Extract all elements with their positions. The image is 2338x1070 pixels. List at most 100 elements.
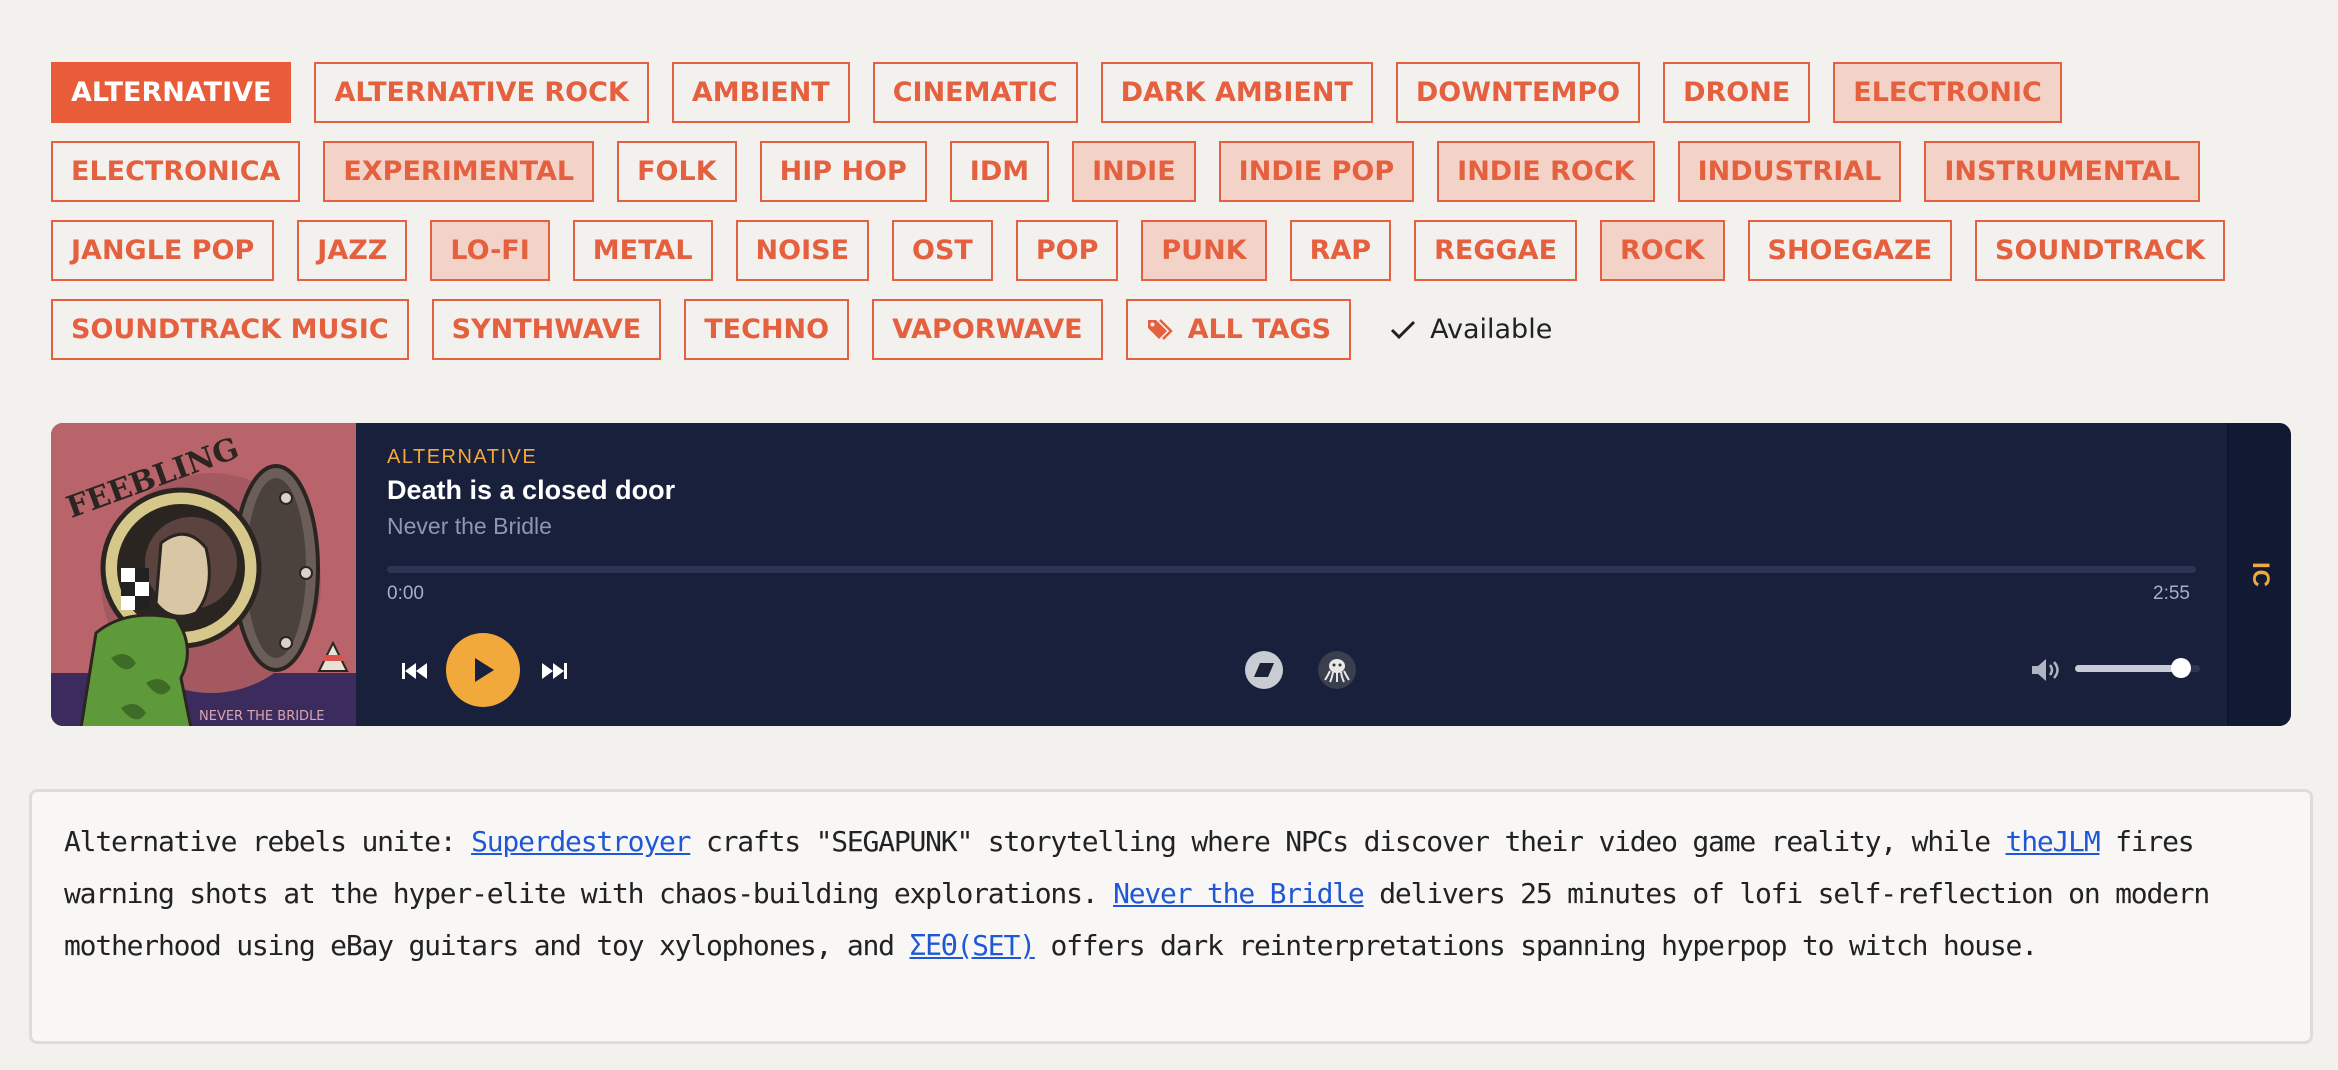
tag-techno[interactable]: TECHNO [684, 299, 850, 360]
tag-lo-fi[interactable]: LO-FI [430, 220, 550, 281]
tag-alternative-rock[interactable]: ALTERNATIVE ROCK [314, 62, 649, 123]
album-cover: FEEBLING NEVER THE BRIDLE [51, 423, 356, 726]
tag-label: DRONE [1683, 77, 1791, 108]
tag-label: EXPERIMENTAL [343, 156, 575, 187]
tag-label: VAPORWAVE [892, 314, 1083, 345]
tag-label: OST [912, 235, 973, 266]
tag-pop[interactable]: POP [1015, 220, 1119, 281]
volume-button[interactable] [2027, 651, 2065, 689]
skip-forward-button[interactable] [536, 653, 572, 689]
tag-label: CINEMATIC [892, 77, 1058, 108]
tag-downtempo[interactable]: DOWNTEMPO [1395, 62, 1641, 123]
volume-fill [2075, 665, 2182, 672]
tag-electronic[interactable]: ELECTRONIC [1833, 62, 2062, 123]
tag-folk[interactable]: FOLK [617, 141, 737, 202]
tag-rap[interactable]: RAP [1289, 220, 1392, 281]
tag-label: SOUNDTRACK [1995, 235, 2206, 266]
tag-label: METAL [592, 235, 693, 266]
tag-label: RAP [1309, 235, 1372, 266]
tag-cinematic[interactable]: CINEMATIC [872, 62, 1078, 123]
tag-punk[interactable]: PUNK [1141, 220, 1267, 281]
skip-forward-icon [542, 663, 567, 679]
tag-drone[interactable]: DRONE [1663, 62, 1811, 123]
tag-dark-ambient[interactable]: DARK AMBIENT [1100, 62, 1373, 123]
tag-idm[interactable]: IDM [949, 141, 1050, 202]
tag-hip-hop[interactable]: HIP HOP [759, 141, 927, 202]
tag-indie-rock[interactable]: INDIE ROCK [1437, 141, 1655, 202]
octopus-icon [1324, 659, 1350, 683]
time-current: 0:00 [387, 583, 424, 604]
tag-label: ALTERNATIVE [71, 77, 272, 108]
description-box: Alternative rebels unite: Superdestroyer… [29, 789, 2313, 1044]
bandcamp-icon [1254, 663, 1274, 677]
tag-rock[interactable]: ROCK [1600, 220, 1725, 281]
tag-label: INDUSTRIAL [1697, 156, 1882, 187]
tag-indie[interactable]: INDIE [1072, 141, 1196, 202]
link-thejlm[interactable]: theJLM [2006, 825, 2101, 858]
tag-label: AMBIENT [691, 77, 830, 108]
tag-noise[interactable]: NOISE [735, 220, 870, 281]
tag-shoegaze[interactable]: SHOEGAZE [1747, 220, 1953, 281]
tag-label: JANGLE POP [71, 235, 255, 266]
description-segment: crafts "SEGAPUNK" storytelling where NPC… [690, 825, 2006, 858]
tag-indie-pop[interactable]: INDIE POP [1218, 141, 1415, 202]
tag-label: ELECTRONICA [71, 156, 281, 187]
tag-ambient[interactable]: AMBIENT [671, 62, 850, 123]
tag-alternative[interactable]: ALTERNATIVE [51, 62, 292, 123]
check-icon [1391, 320, 1416, 339]
tag-ost[interactable]: OST [892, 220, 993, 281]
available-label: Available [1430, 314, 1553, 345]
tag-label: PUNK [1161, 235, 1247, 266]
tag-label: TECHNO [704, 314, 830, 345]
link-never-the-bridle[interactable]: Never the Bridle [1113, 877, 1365, 910]
side-panel-label: IC [2246, 561, 2274, 588]
tag-reggae[interactable]: REGGAE [1414, 220, 1578, 281]
progress-bar[interactable] [387, 566, 2196, 573]
tag-label: JAZZ [317, 235, 388, 266]
tag-label: NOISE [755, 235, 850, 266]
link-set[interactable]: ΣΕΘ(SET) [910, 929, 1036, 962]
tag-instrumental[interactable]: INSTRUMENTAL [1924, 141, 2200, 202]
skip-back-icon [402, 663, 427, 679]
tag-soundtrack[interactable]: SOUNDTRACK [1975, 220, 2226, 281]
all-tags-button[interactable]: ALL TAGS [1125, 299, 1352, 360]
tag-soundtrack-music[interactable]: SOUNDTRACK MUSIC [51, 299, 409, 360]
tag-label: POP [1035, 235, 1099, 266]
tag-label: SHOEGAZE [1767, 235, 1933, 266]
tag-label: DOWNTEMPO [1415, 77, 1621, 108]
tag-industrial[interactable]: INDUSTRIAL [1677, 141, 1902, 202]
available-filter[interactable]: Available [1390, 299, 1552, 360]
tag-label: ALTERNATIVE ROCK [334, 77, 629, 108]
play-icon [475, 658, 494, 682]
tag-jazz[interactable]: JAZZ [297, 220, 408, 281]
tag-label: ROCK [1620, 235, 1705, 266]
volume-knob[interactable] [2171, 658, 2192, 678]
track-artist: Never the Bridle [387, 513, 552, 539]
tag-label: HIP HOP [779, 156, 907, 187]
description-segment: Alternative rebels unite: [64, 825, 472, 858]
skip-back-button[interactable] [397, 653, 433, 689]
tag-label: LO-FI [450, 235, 530, 266]
description-text: Alternative rebels unite: Superdestroyer… [64, 816, 2278, 972]
tag-jangle-pop[interactable]: JANGLE POP [51, 220, 275, 281]
play-button[interactable] [446, 633, 520, 707]
audio-player: FEEBLING NEVER THE BRIDLE ALTERNATIVE De… [51, 423, 2291, 726]
genre-tag-list: ALTERNATIVE ALTERNATIVE ROCK AMBIENT CINEMA… [51, 62, 2311, 360]
tag-label: INDIE ROCK [1457, 156, 1635, 187]
tag-metal[interactable]: METAL [572, 220, 713, 281]
bandcamp-button[interactable] [1245, 651, 1283, 689]
octopus-button[interactable] [1318, 651, 1356, 689]
tag-electronica[interactable]: ELECTRONICA [51, 141, 301, 202]
volume-slider[interactable] [2075, 658, 2200, 678]
side-panel-toggle[interactable]: IC [2227, 423, 2291, 726]
link-superdestroyer[interactable]: Superdestroyer [471, 825, 691, 858]
tag-synthwave[interactable]: SYNTHWAVE [431, 299, 662, 360]
tag-label: SYNTHWAVE [451, 314, 642, 345]
tag-label: ELECTRONIC [1853, 77, 2042, 108]
tag-vaporwave[interactable]: VAPORWAVE [872, 299, 1103, 360]
track-title: Death is a closed door [387, 475, 676, 505]
volume-icon [2032, 659, 2059, 681]
tag-experimental[interactable]: EXPERIMENTAL [323, 141, 595, 202]
tag-label: IDM [969, 156, 1030, 187]
tags-icon [1147, 318, 1173, 340]
